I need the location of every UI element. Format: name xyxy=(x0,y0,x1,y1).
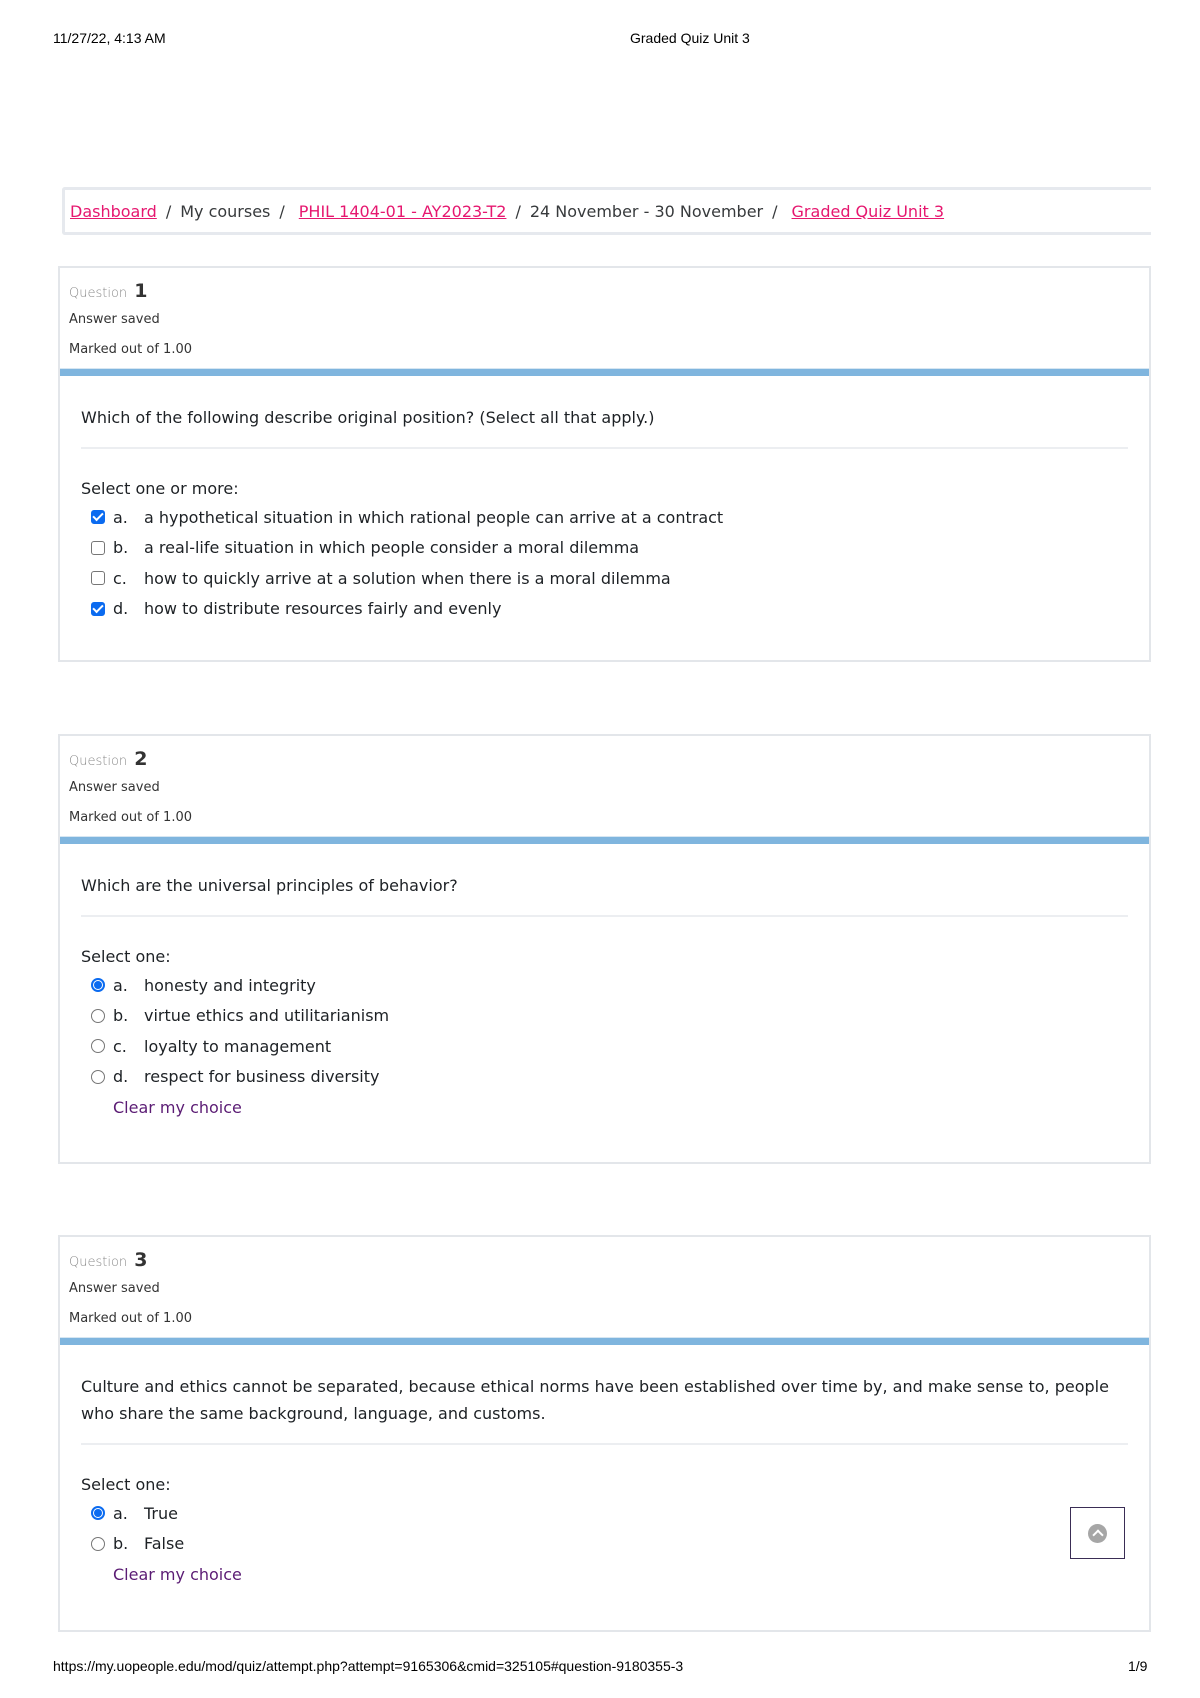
print-header: 11/27/22, 4:13 AM Graded Quiz Unit 3 xyxy=(0,30,1200,50)
question-grade: Marked out of 1.00 xyxy=(69,810,193,825)
question-card-2: Question 2 Answer saved Marked out of 1.… xyxy=(58,734,1151,1164)
answer-list: a. a hypothetical situation in which rat… xyxy=(81,502,1128,624)
checkbox-checked[interactable] xyxy=(91,510,105,525)
question-content: Which of the following describe original… xyxy=(60,376,1149,624)
clear-choice-link[interactable]: Clear my choice xyxy=(113,1098,1128,1117)
question-number: Question 2 xyxy=(69,748,147,770)
question-number-value: 3 xyxy=(134,1249,148,1271)
answer-letter: a. xyxy=(113,1503,128,1523)
question-grade: Marked out of 1.00 xyxy=(69,342,193,357)
answer-text: False xyxy=(144,1534,185,1554)
answer-option-d[interactable]: d. respect for business diversity xyxy=(81,1062,1128,1093)
answer-option-b[interactable]: b. a real-life situation in which people… xyxy=(81,533,1128,564)
print-page-number: 1/9 xyxy=(1128,1658,1148,1674)
question-info: Question 1 Answer saved Marked out of 1.… xyxy=(60,268,1149,368)
question-label: Question xyxy=(69,754,128,769)
answer-letter: a. xyxy=(113,975,128,995)
question-grade: Marked out of 1.00 xyxy=(69,1311,193,1326)
answer-text: True xyxy=(144,1503,178,1523)
radio-unselected[interactable] xyxy=(91,1069,105,1084)
radio-selected[interactable] xyxy=(91,1506,105,1521)
answer-text: a hypothetical situation in which ration… xyxy=(144,507,724,527)
answer-letter: d. xyxy=(113,599,129,619)
chevron-up-circle-icon xyxy=(1088,1523,1107,1543)
question-divider-bar xyxy=(60,368,1149,376)
print-footer: https://my.uopeople.edu/mod/quiz/attempt… xyxy=(0,1658,1200,1678)
answer-text: honesty and integrity xyxy=(144,975,316,995)
question-text: Culture and ethics cannot be separated, … xyxy=(81,1345,1128,1445)
answer-option-b[interactable]: b. virtue ethics and utilitarianism xyxy=(81,1001,1128,1032)
breadcrumb-separator: / xyxy=(772,201,778,221)
question-text: Which of the following describe original… xyxy=(81,376,1128,449)
answer-option-a[interactable]: a. a hypothetical situation in which rat… xyxy=(81,502,1128,533)
breadcrumb-separator: / xyxy=(515,201,521,221)
question-divider-bar xyxy=(60,1337,1149,1345)
breadcrumb-separator: / xyxy=(279,201,285,221)
checkbox-checked[interactable] xyxy=(91,601,105,616)
answer-text: virtue ethics and utilitarianism xyxy=(144,1006,390,1026)
breadcrumb-my-courses: My courses xyxy=(180,201,271,221)
breadcrumb-week: 24 November - 30 November xyxy=(529,201,764,221)
clear-choice-link[interactable]: Clear my choice xyxy=(113,1565,1128,1584)
answer-text: how to distribute resources fairly and e… xyxy=(144,599,502,619)
answer-letter: a. xyxy=(113,507,128,527)
radio-unselected[interactable] xyxy=(91,1039,105,1054)
answer-letter: d. xyxy=(113,1067,129,1087)
answer-letter: b. xyxy=(113,538,129,558)
checkbox-unchecked[interactable] xyxy=(91,540,105,555)
breadcrumb-dashboard[interactable]: Dashboard xyxy=(70,202,157,221)
answer-option-d[interactable]: d. how to distribute resources fairly an… xyxy=(81,594,1128,625)
question-state: Answer saved xyxy=(69,1281,160,1296)
print-title: Graded Quiz Unit 3 xyxy=(630,30,750,46)
breadcrumb: Dashboard / My courses / PHIL 1404-01 - … xyxy=(62,187,1151,235)
answer-text: loyalty to management xyxy=(144,1036,332,1056)
print-url: https://my.uopeople.edu/mod/quiz/attempt… xyxy=(53,1658,684,1674)
answer-letter: c. xyxy=(113,568,127,588)
question-card-3: Question 3 Answer saved Marked out of 1.… xyxy=(58,1235,1151,1632)
question-info: Question 2 Answer saved Marked out of 1.… xyxy=(60,736,1149,836)
answer-option-a[interactable]: a. honesty and integrity xyxy=(81,970,1128,1001)
question-number: Question 3 xyxy=(69,1249,147,1271)
answer-list: a. honesty and integrity b. virtue ethic… xyxy=(81,970,1128,1092)
breadcrumb-quiz[interactable]: Graded Quiz Unit 3 xyxy=(792,202,945,221)
answer-list: a. True b. False xyxy=(81,1498,1128,1559)
answer-letter: b. xyxy=(113,1534,129,1554)
answer-option-c[interactable]: c. loyalty to management xyxy=(81,1031,1128,1062)
radio-unselected[interactable] xyxy=(91,1536,105,1551)
answer-option-c[interactable]: c. how to quickly arrive at a solution w… xyxy=(81,563,1128,594)
question-state: Answer saved xyxy=(69,780,160,795)
radio-unselected[interactable] xyxy=(91,1008,105,1023)
question-label: Question xyxy=(69,1255,128,1270)
back-to-top-button[interactable] xyxy=(1070,1507,1125,1559)
answer-text: respect for business diversity xyxy=(144,1067,380,1087)
question-number: Question 1 xyxy=(69,280,147,302)
answer-prompt: Select one: xyxy=(81,1475,171,1494)
radio-selected[interactable] xyxy=(91,978,105,993)
question-card-1: Question 1 Answer saved Marked out of 1.… xyxy=(58,266,1151,662)
answer-text: how to quickly arrive at a solution when… xyxy=(144,568,671,588)
answer-text: a real-life situation in which people co… xyxy=(144,538,640,558)
question-content: Culture and ethics cannot be separated, … xyxy=(60,1345,1149,1584)
answer-option-b[interactable]: b. False xyxy=(81,1529,1128,1560)
print-date: 11/27/22, 4:13 AM xyxy=(53,30,166,46)
answer-prompt: Select one or more: xyxy=(81,479,239,498)
question-label: Question xyxy=(69,286,128,301)
breadcrumb-separator: / xyxy=(165,201,172,221)
answer-prompt: Select one: xyxy=(81,947,171,966)
checkbox-unchecked[interactable] xyxy=(91,571,105,586)
question-state: Answer saved xyxy=(69,312,160,327)
question-info: Question 3 Answer saved Marked out of 1.… xyxy=(60,1237,1149,1337)
breadcrumb-course[interactable]: PHIL 1404-01 - AY2023-T2 xyxy=(299,202,507,221)
question-number-value: 2 xyxy=(134,748,148,770)
question-content: Which are the universal principles of be… xyxy=(60,844,1149,1117)
question-number-value: 1 xyxy=(134,280,148,302)
answer-letter: b. xyxy=(113,1006,129,1026)
question-divider-bar xyxy=(60,836,1149,844)
answer-letter: c. xyxy=(113,1036,127,1056)
answer-option-a[interactable]: a. True xyxy=(81,1498,1128,1529)
question-text: Which are the universal principles of be… xyxy=(81,844,1128,917)
